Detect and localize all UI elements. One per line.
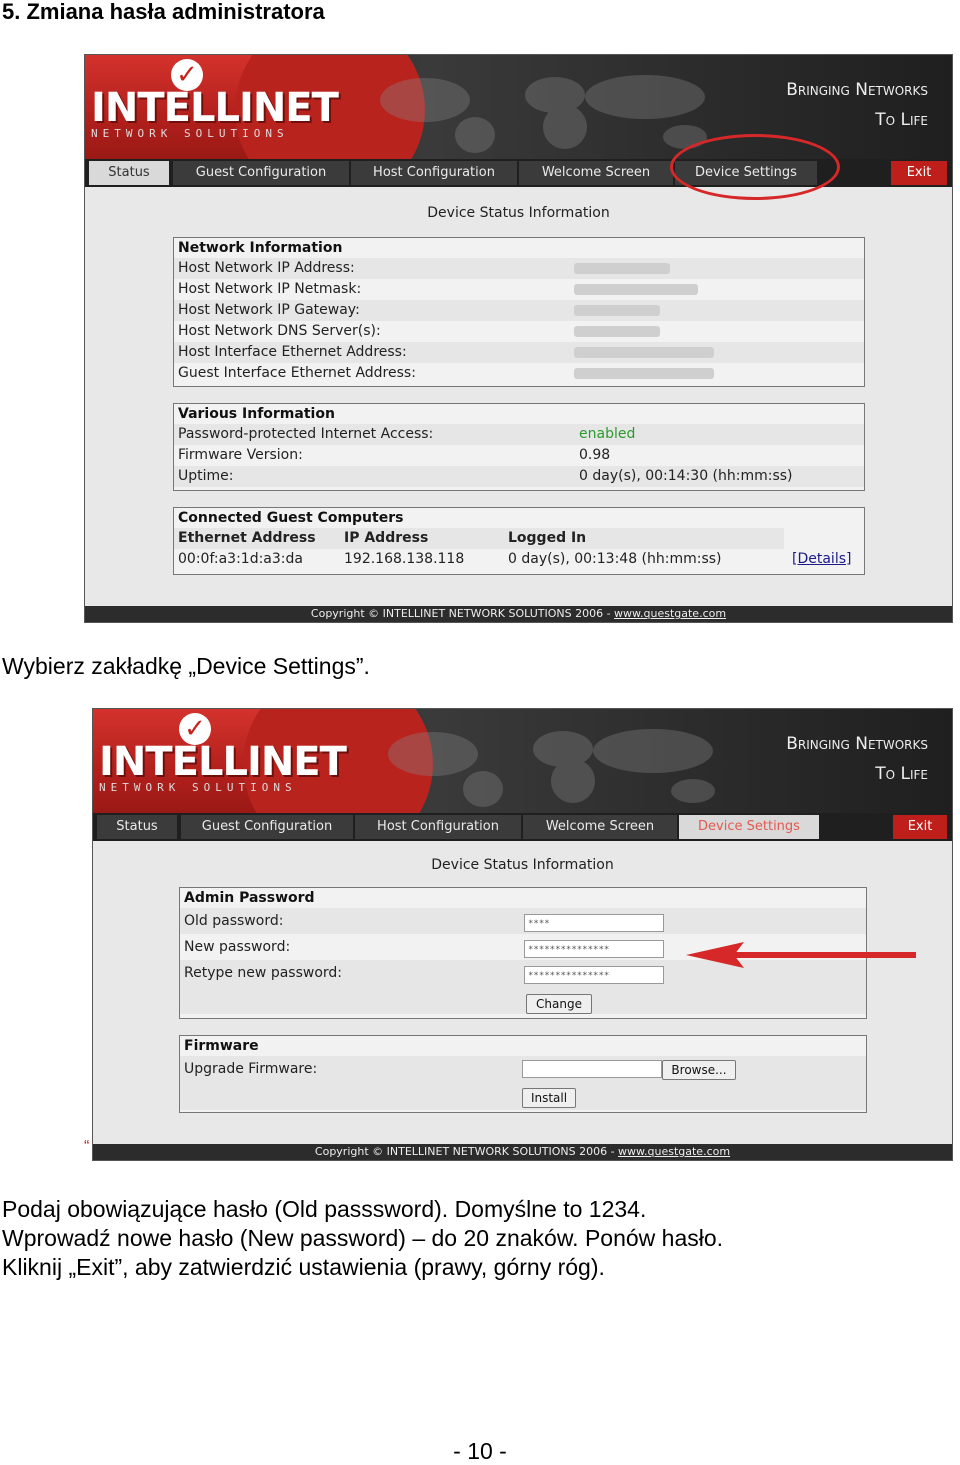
tab-welcome-screen[interactable]: Welcome Screen: [523, 815, 679, 839]
tab-host-configuration[interactable]: Host Configuration: [355, 815, 523, 839]
firmware-box: Firmware Upgrade Firmware: Browse... Ins…: [179, 1035, 867, 1113]
connected-guests-box: Connected Guest Computers Ethernet Addre…: [173, 507, 865, 575]
screenshot-status: ✓ INTELLINET NETWORK SOLUTIONS Bringing …: [84, 54, 953, 623]
instruction-line: Kliknij „Exit”, aby zatwierdzić ustawien…: [2, 1254, 605, 1280]
tab-device-settings[interactable]: Device Settings: [679, 815, 821, 839]
logo: INTELLINET: [99, 739, 347, 785]
caption: Wybierz zakładkę „Device Settings”.: [2, 653, 370, 679]
page-number: - 10 -: [453, 1438, 507, 1464]
form-row: [180, 986, 866, 1014]
various-information-box: Various Information Password-protected I…: [173, 403, 865, 491]
tab-status[interactable]: Status: [97, 815, 179, 839]
form-row: Old password:: [180, 908, 866, 934]
firmware-file-input[interactable]: [522, 1060, 662, 1078]
tab-exit[interactable]: Exit: [893, 815, 949, 839]
instruction-line: Wprowadź nowe hasło (New password) – do …: [2, 1225, 724, 1251]
box-title: Network Information: [178, 240, 343, 256]
network-information-box: Network Information Host Network IP Addr…: [173, 237, 865, 387]
footer-link[interactable]: www.questgate.com: [614, 607, 726, 620]
content-area: Device Status Information Network Inform…: [85, 187, 952, 606]
page-title: Device Status Information: [431, 857, 614, 873]
logo-subtitle: NETWORK SOLUTIONS: [91, 127, 289, 140]
box-title: Admin Password: [184, 890, 315, 906]
install-button[interactable]: Install: [522, 1088, 576, 1108]
box-title: Various Information: [178, 406, 335, 422]
page-title: Device Status Information: [427, 205, 610, 221]
footer-link[interactable]: www.questgate.com: [618, 1145, 730, 1158]
arrow-icon: [686, 942, 916, 968]
new-password-input[interactable]: ***************: [524, 940, 664, 958]
info-row: Host Network IP Netmask:: [174, 279, 864, 300]
instructions: Podaj obowiązujące hasło (Old passsword)…: [2, 1195, 723, 1282]
retype-password-input[interactable]: ***************: [524, 966, 664, 984]
info-row: Host Network DNS Server(s):: [174, 321, 864, 342]
tab-host-configuration[interactable]: Host Configuration: [351, 161, 519, 185]
info-row: Host Network IP Address:: [174, 258, 864, 279]
info-row: Guest Interface Ethernet Address:: [174, 363, 864, 384]
instruction-line: Podaj obowiązujące hasło (Old passsword)…: [2, 1196, 647, 1222]
tab-guest-configuration[interactable]: Guest Configuration: [173, 161, 351, 185]
box-title: Connected Guest Computers: [178, 510, 404, 526]
logo: INTELLINET: [91, 85, 339, 131]
highlight-oval: [670, 134, 840, 200]
table-row: 00:0f:a3:1d:a3:da 192.168.138.118 0 day(…: [174, 549, 864, 570]
details-link[interactable]: [Details]: [792, 549, 851, 570]
slogan: Bringing Networks To Life: [786, 734, 928, 784]
nav-bar: Status Guest Configuration Host Configur…: [93, 813, 952, 841]
content-area: Device Status Information Admin Password…: [93, 841, 952, 1144]
info-row: Firmware Version: 0.98: [178, 447, 611, 463]
world-map-graphic: [380, 75, 707, 153]
table-header-row: Ethernet Address IP Address Logged In: [174, 528, 784, 549]
section-heading: 5. Zmiana hasła administratora: [2, 0, 325, 24]
info-row: Host Network IP Gateway:: [174, 300, 864, 321]
tab-status[interactable]: Status: [89, 161, 171, 185]
info-row: Uptime: 0 day(s), 00:14:30 (hh:mm:ss): [174, 466, 864, 487]
tab-guest-configuration[interactable]: Guest Configuration: [181, 815, 355, 839]
stray-mark: “: [84, 1138, 90, 1155]
change-button[interactable]: Change: [526, 994, 592, 1014]
footer: Copyright © INTELLINET NETWORK SOLUTIONS…: [85, 606, 952, 622]
browse-button[interactable]: Browse...: [662, 1060, 736, 1080]
footer: Copyright © INTELLINET NETWORK SOLUTIONS…: [93, 1144, 952, 1160]
tab-exit[interactable]: Exit: [891, 161, 949, 185]
logo-subtitle: NETWORK SOLUTIONS: [99, 781, 297, 794]
world-map-graphic: [388, 729, 715, 807]
box-title: Firmware: [184, 1038, 259, 1054]
screenshot-device-settings: ✓ INTELLINET NETWORK SOLUTIONS Bringing …: [92, 708, 953, 1161]
slogan: Bringing Networks To Life: [786, 80, 928, 130]
old-password-input[interactable]: ****: [524, 914, 664, 932]
header-banner: ✓ INTELLINET NETWORK SOLUTIONS Bringing …: [85, 55, 952, 159]
info-row: Host Interface Ethernet Address:: [174, 342, 864, 363]
info-row: Password-protected Internet Access: enabl…: [174, 424, 864, 445]
tab-welcome-screen[interactable]: Welcome Screen: [519, 161, 675, 185]
header-banner: ✓ INTELLINET NETWORK SOLUTIONS Bringing …: [93, 709, 952, 813]
